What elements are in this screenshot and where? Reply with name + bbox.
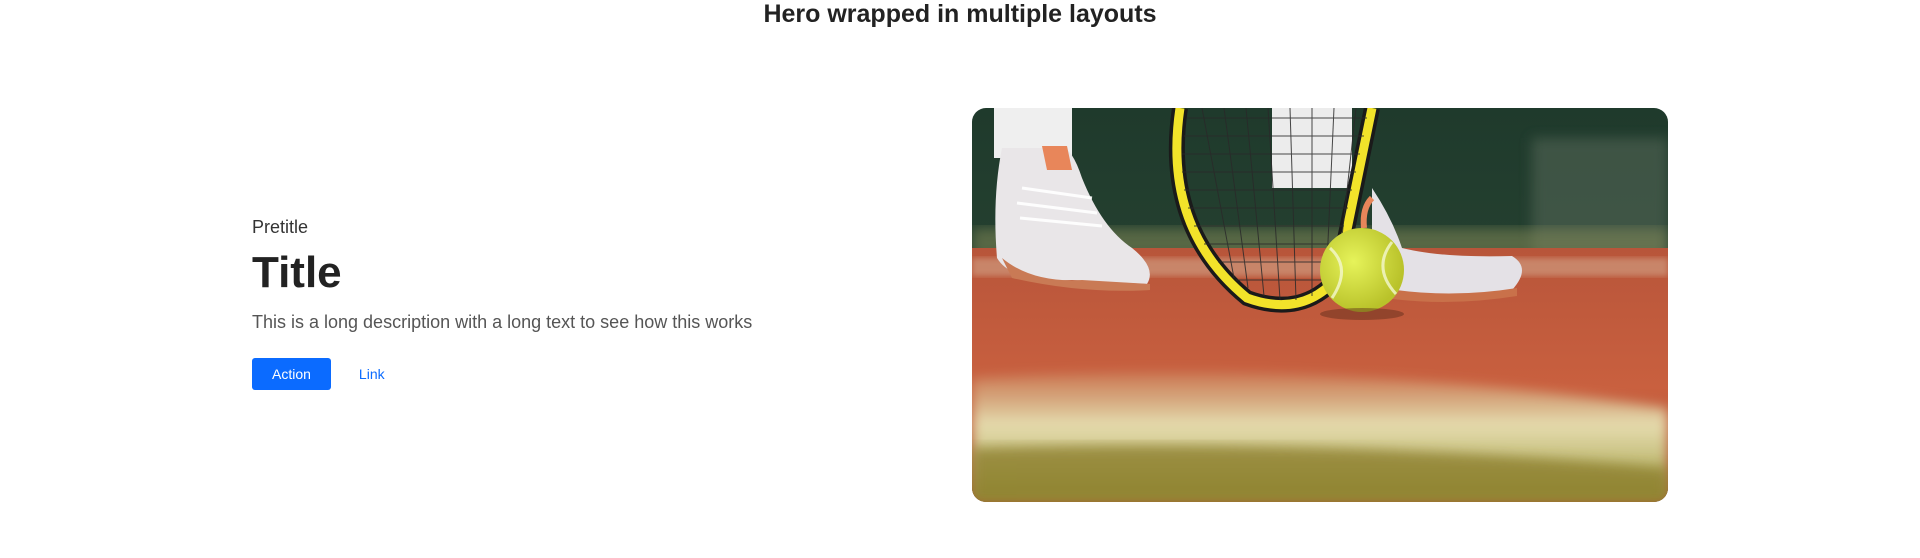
story-heading: Hero wrapped in multiple layouts — [763, 0, 1157, 28]
hero-pretitle: Pretitle — [252, 217, 309, 237]
hero-link[interactable]: Link — [359, 366, 385, 382]
hero-image — [972, 108, 1668, 502]
hero: Pretitle Title This is a long descriptio… — [252, 108, 1668, 502]
hero-actions: Action Link — [252, 358, 812, 390]
action-button[interactable]: Action — [252, 358, 331, 390]
hero-description: This is a long description with a long t… — [252, 312, 753, 332]
hero-title: Title — [252, 248, 342, 297]
hero-text-block: Pretitle Title This is a long descriptio… — [252, 216, 812, 390]
tennis-court-photo — [972, 108, 1668, 502]
